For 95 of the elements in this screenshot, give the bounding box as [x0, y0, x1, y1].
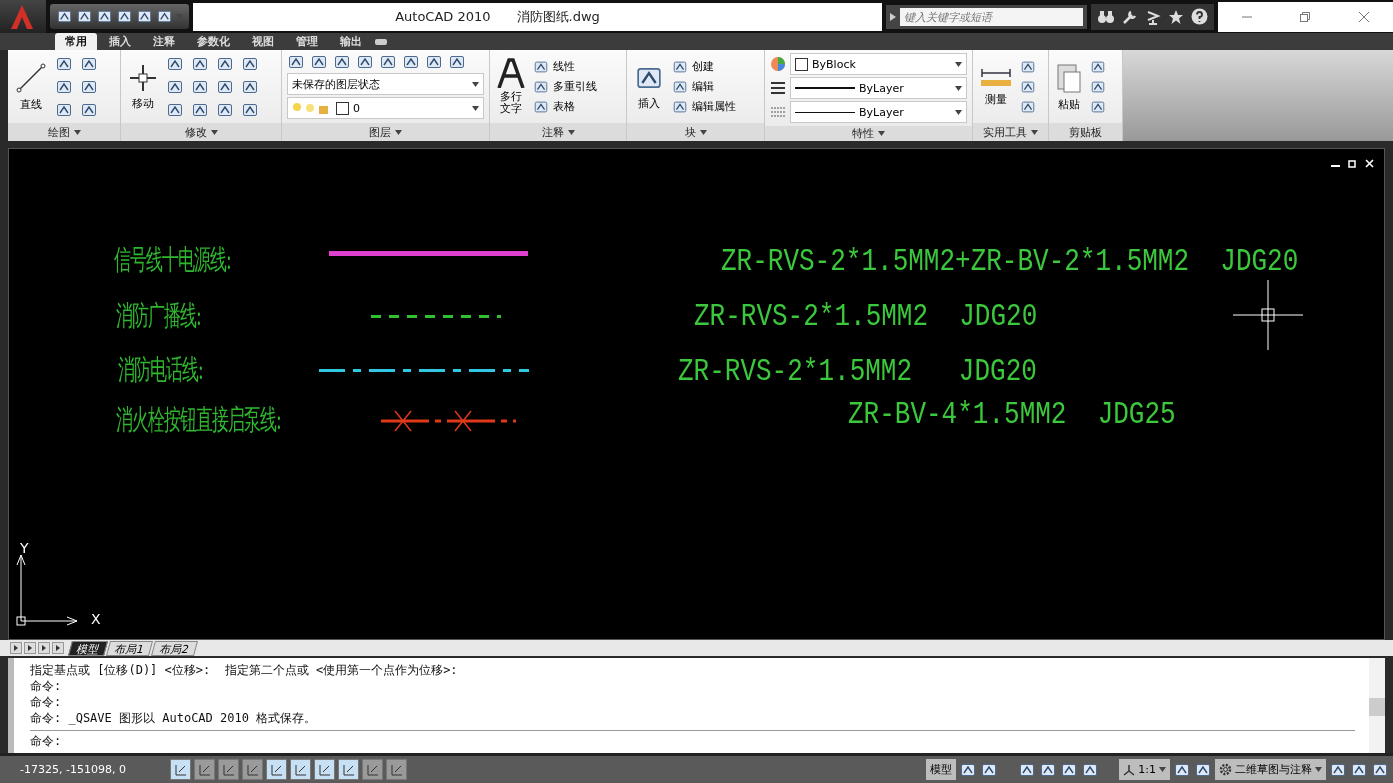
legend-label: 消火栓按钮直接启泵线: [116, 401, 281, 438]
caret-icon[interactable] [1159, 767, 1166, 772]
table-button[interactable]: 表格 [533, 98, 597, 115]
panel-title[interactable]: 绘图 [8, 123, 120, 141]
legend-label: 信号线十电源线: [114, 241, 231, 278]
panel-title[interactable]: 图层 [282, 123, 489, 141]
multiline-text-button[interactable]: 多行文字 [495, 55, 527, 118]
line-icon [15, 61, 47, 94]
caret-icon[interactable] [1031, 129, 1038, 135]
command-history-line: 命令: [30, 694, 63, 710]
caret-icon[interactable] [395, 129, 402, 135]
ribbon-tab[interactable]: 参数化 [187, 33, 240, 50]
ribbon-tab[interactable]: 输出 [330, 33, 372, 50]
line-tool-button[interactable]: 直线 [13, 59, 49, 114]
y-axis-label: Y [20, 540, 29, 556]
paste-button[interactable]: 粘贴 [1054, 59, 1084, 114]
annotation-scale-icon [1123, 763, 1136, 776]
prev-icon[interactable] [24, 642, 36, 654]
cable-spec-text: ZR-RVS-2*1.5MM2+ZR-BV-2*1.5MM2 JDG20 [721, 244, 1299, 280]
caret-icon[interactable] [210, 129, 218, 135]
panel-title[interactable]: 剪贴板 [1049, 123, 1122, 141]
command-history-line: 命令: [30, 678, 63, 694]
caret-icon[interactable] [73, 129, 81, 135]
restore-icon[interactable] [1348, 159, 1357, 168]
move-tool-button[interactable]: 移动 [126, 60, 160, 113]
panel-title[interactable]: 注释 [490, 123, 626, 141]
measure-button[interactable]: 测量 [978, 64, 1014, 109]
ruler-icon [980, 66, 1012, 89]
gear-icon [1219, 763, 1232, 776]
coordinates-readout: -17325, -151098, 0 [19, 763, 127, 776]
next-icon[interactable] [38, 642, 50, 654]
workspace-button[interactable]: 二维草图与注释 [1215, 759, 1326, 780]
caret-icon[interactable] [955, 109, 962, 115]
binoculars-icon[interactable] [1097, 8, 1115, 25]
cable-spec-text: ZR-RVS-2*1.5MM2 JDG20 [694, 299, 1038, 335]
ribbon-tab[interactable]: 插入 [99, 33, 141, 50]
application-menu-button[interactable] [0, 0, 46, 33]
caret-icon[interactable] [955, 61, 962, 67]
edit-block-button[interactable]: 编辑 [672, 78, 736, 95]
panel-title[interactable]: 块 [627, 123, 764, 141]
caret-icon[interactable] [1315, 767, 1322, 772]
color-dropdown[interactable]: ByBlock [790, 53, 967, 75]
legend-label: 消防广播线: [116, 297, 201, 334]
color-wheel-icon[interactable] [770, 56, 786, 72]
satellite-icon[interactable] [1145, 8, 1161, 25]
arrow-icon [890, 12, 896, 21]
legend-label: 消防电话线: [118, 351, 203, 388]
edit-attributes-button[interactable]: 编辑属性 [672, 98, 736, 115]
caret-icon[interactable] [699, 129, 707, 135]
layer-dropdown[interactable]: 0 [287, 97, 484, 119]
caret-icon[interactable] [878, 131, 885, 136]
move-icon [128, 62, 158, 93]
command-history-line: 命令: _QSAVE 图形以 AutoCAD 2010 格式保存。 [30, 710, 318, 726]
crosshair-cursor [1233, 280, 1303, 350]
caret-icon[interactable] [567, 129, 575, 135]
help-icon[interactable] [1191, 8, 1208, 25]
insert-block-button[interactable]: 插入 [632, 60, 666, 113]
caret-icon[interactable] [955, 85, 962, 91]
annotation-scale-button[interactable]: 1:1 [1119, 759, 1170, 780]
panel-title[interactable]: 修改 [121, 123, 281, 141]
command-line-field[interactable]: 命令: [30, 730, 1355, 751]
clipboard-icon [1056, 61, 1082, 94]
ribbon-tab[interactable]: 管理 [286, 33, 328, 50]
ribbon-tab[interactable]: 常用 [55, 33, 97, 50]
caret-icon[interactable] [472, 105, 479, 111]
layout-tab[interactable]: 布局1 [106, 640, 153, 656]
layout-tab[interactable]: 模型 [68, 640, 108, 656]
linear-dimension-button[interactable]: 线性 [533, 58, 597, 75]
file-name: 消防图纸.dwg [516, 7, 600, 26]
text-icon [497, 57, 525, 88]
ribbon-tab[interactable]: 注释 [143, 33, 185, 50]
layer-state-dropdown[interactable]: 未保存的图层状态 [287, 73, 484, 95]
create-block-button[interactable]: 创建 [672, 58, 736, 75]
command-history-line: 指定基点或 [位移(D)] <位移>: 指定第二个点或 <使用第一个点作为位移>: [30, 662, 459, 678]
x-axis-label: X [91, 611, 101, 627]
wrench-icon[interactable] [1122, 8, 1138, 25]
caret-icon[interactable] [472, 81, 479, 87]
ribbon-tab[interactable]: 视图 [242, 33, 284, 50]
layout-tab[interactable]: 布局2 [151, 640, 198, 656]
drawing-canvas[interactable]: 信号线十电源线: ZR-RVS-2*1.5MM2+ZR-BV-2*1.5MM2 JDG20 消防广播线: ZR-RVS-2*1.5MM2 JDG20 消防电话线: ZR-RVS-2*1.5MM2 JDG20 消火栓按钮直接启泵线: ZR-BV-4*1.5MM2 JDG25 Y X [8, 148, 1385, 640]
cable-spec-text: ZR-RVS-2*1.5MM2 JDG20 [678, 354, 1037, 390]
cable-spec-text: ZR-BV-4*1.5MM2 JDG25 [848, 397, 1176, 433]
lineweight-dropdown[interactable]: ByLayer [790, 77, 967, 99]
panel-title[interactable]: 特性 [765, 126, 972, 141]
last-icon[interactable] [52, 642, 64, 654]
scrollbar[interactable] [1369, 658, 1385, 753]
window-title: AutoCAD 2010 [395, 9, 491, 24]
first-icon[interactable] [10, 642, 22, 654]
panel-title[interactable]: 实用工具 [973, 123, 1048, 141]
search-field[interactable]: 键入关键字或短语 [886, 4, 1087, 29]
star-icon[interactable] [1168, 8, 1184, 25]
model-button[interactable]: 模型 [926, 759, 957, 780]
minimize-ribbon-icon[interactable] [374, 37, 388, 46]
multileader-button[interactable]: 多重引线 [533, 78, 597, 95]
linetype-dropdown[interactable]: ByLayer [790, 101, 967, 123]
